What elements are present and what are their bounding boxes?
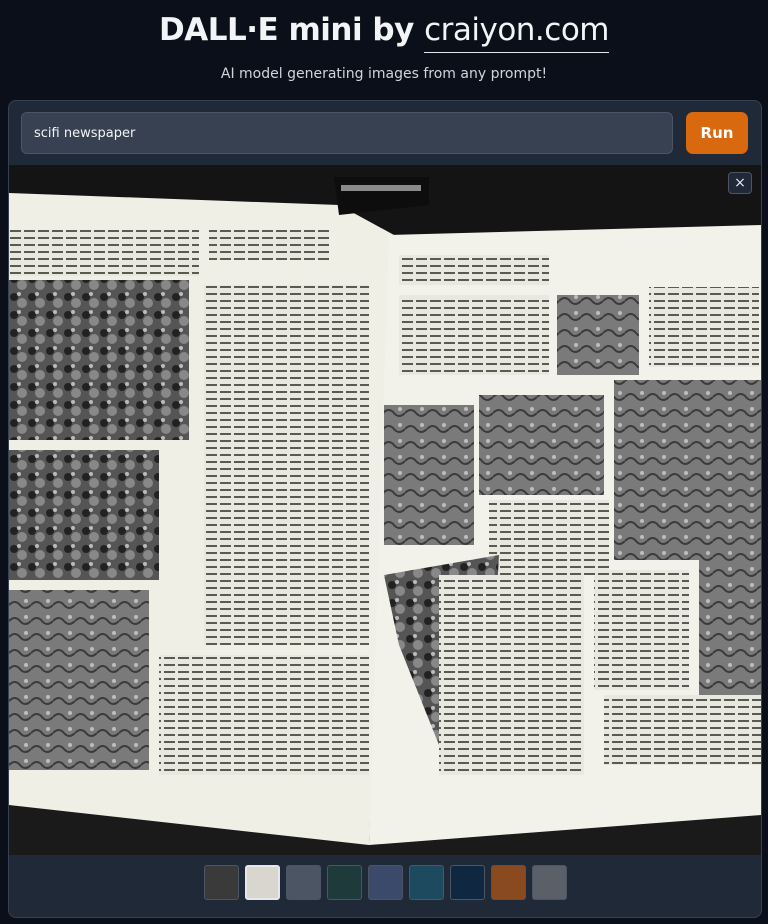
thumbnail-8[interactable] xyxy=(490,865,526,900)
newspaper-image xyxy=(9,165,761,855)
thumbnail-7[interactable] xyxy=(449,865,485,900)
generator-panel: Run xyxy=(8,100,762,918)
prompt-input[interactable] xyxy=(21,112,673,154)
result-image xyxy=(9,165,761,855)
thumbnail-1[interactable] xyxy=(203,865,239,900)
subtitle: AI model generating images from any prom… xyxy=(220,66,548,82)
page-title: DALL·E mini by craiyon.com xyxy=(0,12,768,53)
header: DALL·E mini by craiyon.com AI model gene… xyxy=(0,0,768,100)
title-prefix: DALL·E mini by xyxy=(158,12,425,48)
brand-link[interactable]: craiyon.com xyxy=(424,12,609,53)
thumbnail-6[interactable] xyxy=(408,865,444,900)
run-button[interactable]: Run xyxy=(686,112,748,154)
thumbnail-5[interactable] xyxy=(367,865,403,900)
thumbnail-strip xyxy=(9,865,761,905)
thumbnail-9[interactable] xyxy=(531,865,567,900)
thumbnail-4[interactable] xyxy=(326,865,362,900)
thumbnail-2[interactable] xyxy=(244,865,280,900)
close-icon[interactable]: × xyxy=(728,172,752,194)
thumbnail-3[interactable] xyxy=(285,865,321,900)
